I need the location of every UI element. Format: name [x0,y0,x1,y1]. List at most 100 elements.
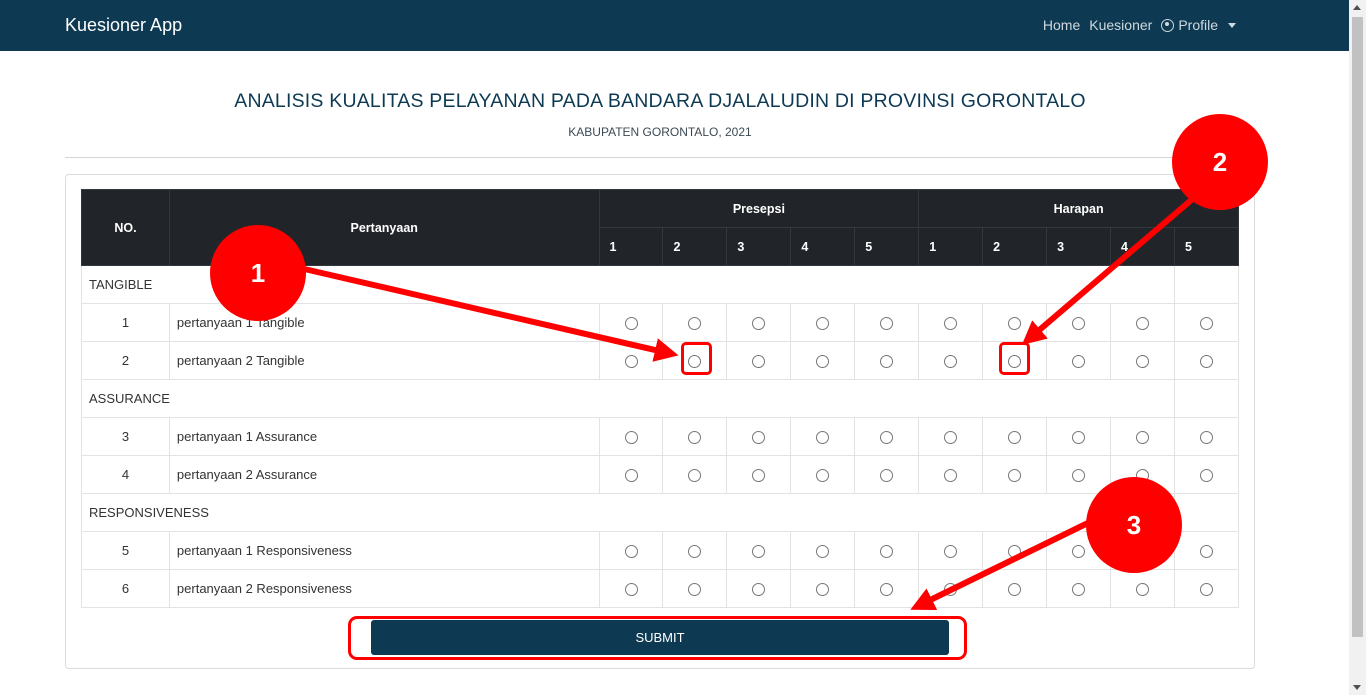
radio-cell [662,569,728,608]
perception-radio-4[interactable] [816,469,830,483]
scale-header-expectation-4: 4 [1110,227,1175,266]
radio-cell [662,455,728,494]
radio-cell [1046,455,1112,494]
nav-kuesioner-link[interactable]: Kuesioner [1089,17,1152,33]
expectation-radio-4[interactable] [1136,317,1149,331]
expectation-radio-1[interactable] [944,431,958,445]
perception-radio-5[interactable] [880,317,894,331]
expectation-radio-1[interactable] [944,355,958,369]
app-brand[interactable]: Kuesioner App [65,15,182,36]
perception-radio-4[interactable] [816,431,830,445]
radio-cell [790,417,856,456]
perception-radio-2[interactable] [688,545,702,559]
expectation-radio-2[interactable] [1008,469,1022,483]
radio-cell [598,303,664,342]
expectation-radio-2[interactable] [1008,317,1022,331]
perception-radio-1[interactable] [624,317,638,331]
expectation-radio-5[interactable] [1199,431,1213,445]
section-row-end [1173,265,1240,304]
radio-cell [854,455,920,494]
expectation-radio-4[interactable] [1136,583,1149,597]
divider [65,157,1255,158]
expectation-radio-5[interactable] [1199,583,1213,597]
radio-cell [726,455,792,494]
perception-radio-2[interactable] [688,317,702,331]
perception-radio-1[interactable] [624,431,638,445]
nav-links: Home Kuesioner Profile [1043,17,1236,33]
perception-radio-4[interactable] [816,355,830,369]
perception-radio-5[interactable] [880,545,894,559]
perception-radio-4[interactable] [816,545,830,559]
expectation-radio-1[interactable] [944,317,958,331]
radio-cell [598,341,664,380]
scroll-thumb[interactable] [1352,17,1363,637]
expectation-radio-3[interactable] [1072,545,1086,559]
perception-radio-4[interactable] [816,583,830,597]
navbar: Kuesioner App Home Kuesioner Profile [0,0,1349,51]
section-row: RESPONSIVENESS [81,493,1240,532]
perception-radio-3[interactable] [752,355,766,369]
radio-cell [790,341,856,380]
expectation-radio-3[interactable] [1072,431,1086,445]
expectation-radio-1[interactable] [944,469,958,483]
radio-cell [854,341,920,380]
perception-radio-2[interactable] [688,431,702,445]
expectation-radio-2[interactable] [1008,545,1022,559]
expectation-radio-2[interactable] [1008,583,1022,597]
expectation-radio-1[interactable] [944,545,958,559]
perception-radio-3[interactable] [752,583,766,597]
expectation-radio-4[interactable] [1136,431,1149,445]
perception-radio-3[interactable] [752,317,766,331]
expectation-radio-5[interactable] [1199,545,1213,559]
expectation-radio-2[interactable] [1008,431,1022,445]
expectation-radio-1[interactable] [944,583,958,597]
radio-cell [982,531,1048,570]
perception-radio-3[interactable] [752,469,766,483]
perception-radio-5[interactable] [880,469,894,483]
expectation-radio-5[interactable] [1199,317,1213,331]
radio-cell [790,303,856,342]
radio-cell [982,455,1048,494]
perception-radio-5[interactable] [880,583,894,597]
row-number: 1 [81,303,170,342]
table-row: 5 pertanyaan 1 Responsiveness [81,531,1240,570]
expectation-radio-3[interactable] [1072,317,1086,331]
table-row: 2 pertanyaan 2 Tangible [81,341,1240,380]
expectation-radio-4[interactable] [1136,355,1149,369]
expectation-radio-3[interactable] [1072,469,1086,483]
scale-header-perception-5: 5 [854,227,920,266]
perception-radio-1[interactable] [624,469,638,483]
perception-radio-1[interactable] [624,583,638,597]
question-text: pertanyaan 2 Responsiveness [168,569,600,608]
expectation-radio-5[interactable] [1199,355,1213,369]
radio-cell [1110,417,1175,456]
profile-dropdown[interactable]: Profile [1161,17,1236,33]
section-row: ASSURANCE [81,379,1240,418]
radio-cell [790,455,856,494]
question-text: pertanyaan 1 Responsiveness [168,531,600,570]
radio-cell [726,531,792,570]
expectation-radio-3[interactable] [1072,355,1086,369]
perception-radio-1[interactable] [624,355,638,369]
perception-radio-2[interactable] [688,469,702,483]
nav-home-link[interactable]: Home [1043,17,1080,33]
scale-header-expectation-2: 2 [982,227,1048,266]
scroll-down-icon[interactable] [1353,685,1361,690]
radio-cell [918,569,984,608]
perception-radio-5[interactable] [880,431,894,445]
vertical-scrollbar[interactable] [1349,0,1366,695]
perception-radio-3[interactable] [752,545,766,559]
perception-radio-4[interactable] [816,317,830,331]
expectation-radio-3[interactable] [1072,583,1086,597]
perception-radio-1[interactable] [624,545,638,559]
perception-radio-2[interactable] [688,583,702,597]
radio-cell [598,531,664,570]
expectation-radio-5[interactable] [1199,469,1213,483]
scroll-up-icon[interactable] [1353,5,1361,10]
radio-cell [662,303,728,342]
perception-radio-3[interactable] [752,431,766,445]
perception-radio-5[interactable] [880,355,894,369]
radio-cell [790,569,856,608]
caret-down-icon [1228,22,1236,28]
section-label: ASSURANCE [81,379,1175,418]
